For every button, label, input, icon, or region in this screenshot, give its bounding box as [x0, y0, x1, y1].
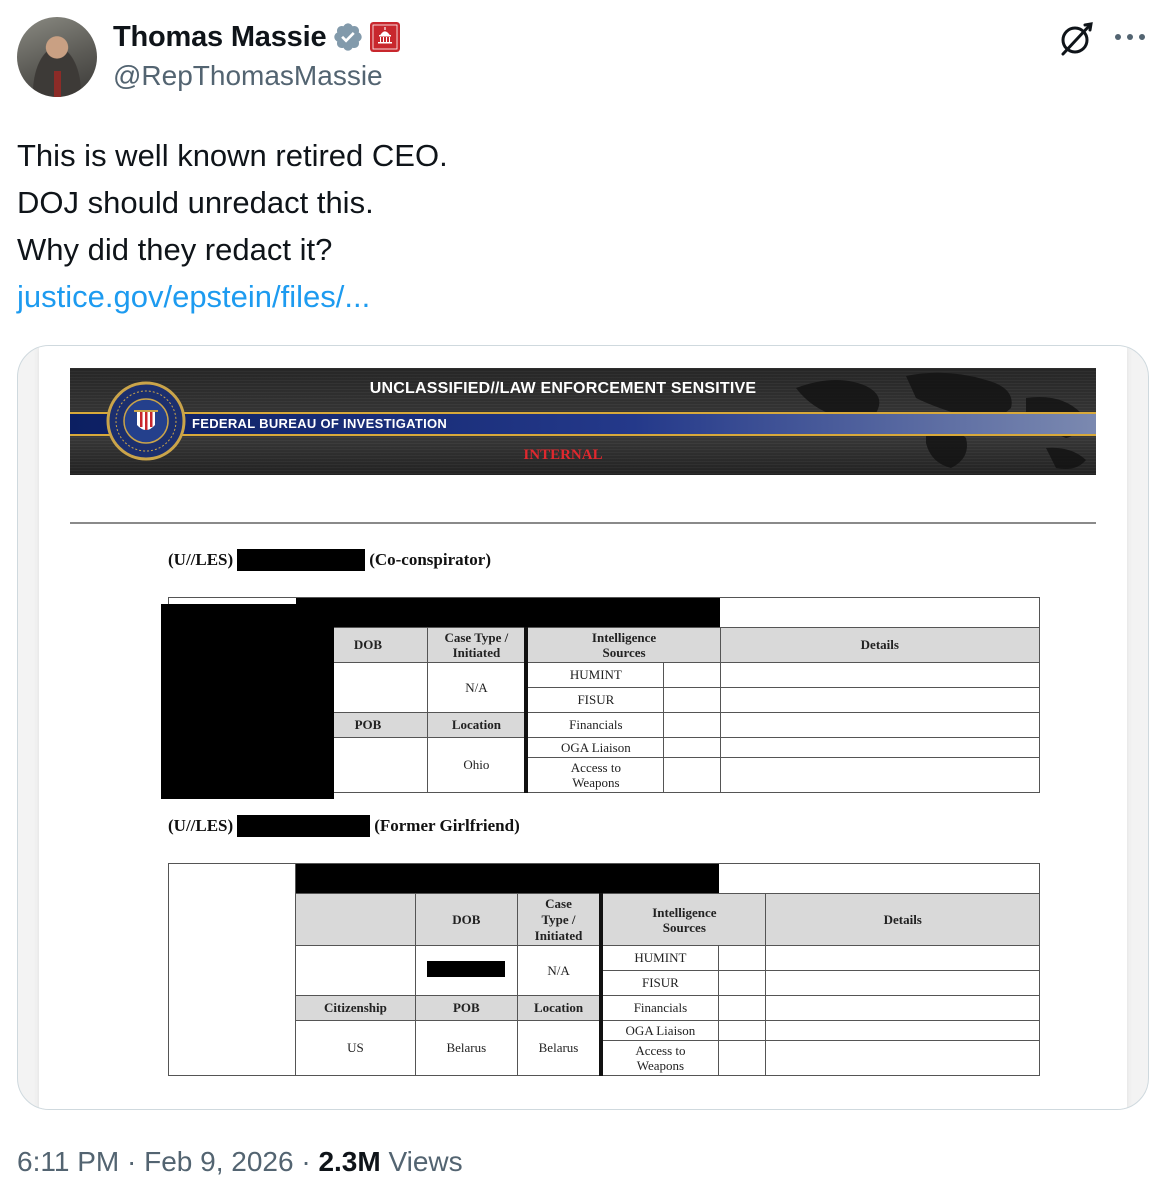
tweet-time[interactable]: 6:11 PM — [17, 1146, 119, 1177]
t2-header-details: Details — [765, 893, 1040, 946]
redacted-name-2 — [237, 815, 371, 837]
t1-header-case-type: Case Type / Initiated — [427, 627, 527, 663]
t1-source-fisur: FISUR — [524, 687, 665, 713]
author-handle[interactable]: @RepThomasMassie — [113, 60, 383, 92]
redacted-title-bar-2 — [296, 864, 719, 893]
redacted-dob — [427, 960, 506, 977]
t2-source-fisur: FISUR — [599, 970, 719, 996]
internal-marking: INTERNAL — [523, 447, 603, 463]
views-count[interactable]: 2.3M — [318, 1146, 380, 1177]
t1-location-value: Ohio — [427, 737, 527, 793]
t2-header-citizenship: Citizenship — [295, 995, 416, 1021]
author-name[interactable]: Thomas Massie — [113, 21, 327, 54]
tweet-meta: 6:11 PM · Feb 9, 2026 · 2.3M Views — [17, 1146, 463, 1178]
views-label: Views — [388, 1146, 463, 1177]
agency-name: FEDERAL BUREAU OF INVESTIGATION — [192, 416, 448, 431]
subject-1-heading: (U//LES) (Co-conspirator) — [168, 549, 491, 571]
t2-header-dob: DOB — [414, 893, 518, 946]
t2-dob-value — [414, 945, 518, 996]
t1-header-details: Details — [719, 627, 1041, 663]
fbi-document: UNCLASSIFIED//LAW ENFORCEMENT SENSITIVE … — [39, 346, 1127, 1109]
meta-separator: · — [301, 1146, 311, 1177]
table-2-title-row — [295, 863, 1040, 894]
subject-2-prefix: (U//LES) — [168, 816, 234, 835]
tweet-line-2: DOJ should unredact this. — [17, 185, 374, 220]
t1-source-humint: HUMINT — [524, 662, 665, 688]
subject-1-role: (Co-conspirator) — [369, 550, 491, 569]
t1-case-type-value: N/A — [427, 662, 527, 713]
more-icon[interactable] — [1113, 30, 1147, 44]
redacted-name-1 — [237, 549, 366, 571]
table-2-photo-cell — [168, 863, 296, 1076]
tweet-date[interactable]: Feb 9, 2026 — [144, 1146, 293, 1177]
verified-badge-icon[interactable] — [332, 21, 364, 53]
t2-header-blank — [295, 893, 416, 946]
t2-source-humint: HUMINT — [599, 945, 719, 971]
t1-source-financials: Financials — [524, 712, 665, 738]
t2-source-oga: OGA Liaison — [599, 1020, 719, 1041]
redacted-title-bar-1 — [296, 598, 720, 627]
document-rule — [70, 522, 1096, 524]
t2-header-case-type: Case Type / Initiated — [516, 893, 602, 946]
document-banner: UNCLASSIFIED//LAW ENFORCEMENT SENSITIVE … — [70, 368, 1096, 475]
tweet-media-image[interactable]: UNCLASSIFIED//LAW ENFORCEMENT SENSITIVE … — [17, 345, 1149, 1110]
t1-source-oga: OGA Liaison — [524, 737, 665, 758]
t1-header-location: Location — [427, 712, 527, 738]
fbi-seal-icon — [106, 381, 186, 461]
tweet-line-1: This is well known retired CEO. — [17, 138, 448, 173]
t2-header-pob: POB — [414, 995, 518, 1021]
classification-title: UNCLASSIFIED//LAW ENFORCEMENT SENSITIVE — [369, 380, 757, 397]
t2-location-value: Belarus — [516, 1020, 602, 1076]
subject-1-prefix: (U//LES) — [168, 550, 234, 569]
author-avatar[interactable] — [17, 17, 97, 97]
t2-case-type-value: N/A — [516, 945, 602, 996]
t2-citizenship-value: US — [295, 1020, 416, 1076]
meta-separator: · — [126, 1146, 137, 1177]
t2-source-financials: Financials — [599, 995, 719, 1021]
grok-icon[interactable] — [1057, 20, 1095, 58]
t2-source-weapons: Access to Weapons — [599, 1040, 719, 1076]
t1-header-intel: Intelligence Sources — [524, 627, 721, 663]
t2-header-location: Location — [516, 995, 602, 1021]
tweet-link[interactable]: justice.gov/epstein/files/... — [17, 273, 448, 320]
us-capitol-affiliation-icon[interactable] — [370, 22, 401, 52]
redacted-photo-block — [161, 604, 334, 799]
table-2: DOB Case Type / Initiated Intelligence Sour… — [295, 893, 1040, 1076]
tweet-line-3: Why did they redact it? — [17, 232, 333, 267]
t2-header-intel: Intelligence Sources — [599, 893, 767, 946]
avatar-tie — [54, 71, 61, 97]
subject-2-heading: (U//LES) (Former Girlfriend) — [168, 815, 520, 837]
subject-2-role: (Former Girlfriend) — [374, 816, 520, 835]
tweet-text: This is well known retired CEO. DOJ shou… — [17, 132, 448, 320]
author-name-row: Thomas Massie — [113, 18, 401, 56]
t1-source-weapons: Access to Weapons — [524, 757, 665, 793]
t2-pob-value: Belarus — [414, 1020, 518, 1076]
